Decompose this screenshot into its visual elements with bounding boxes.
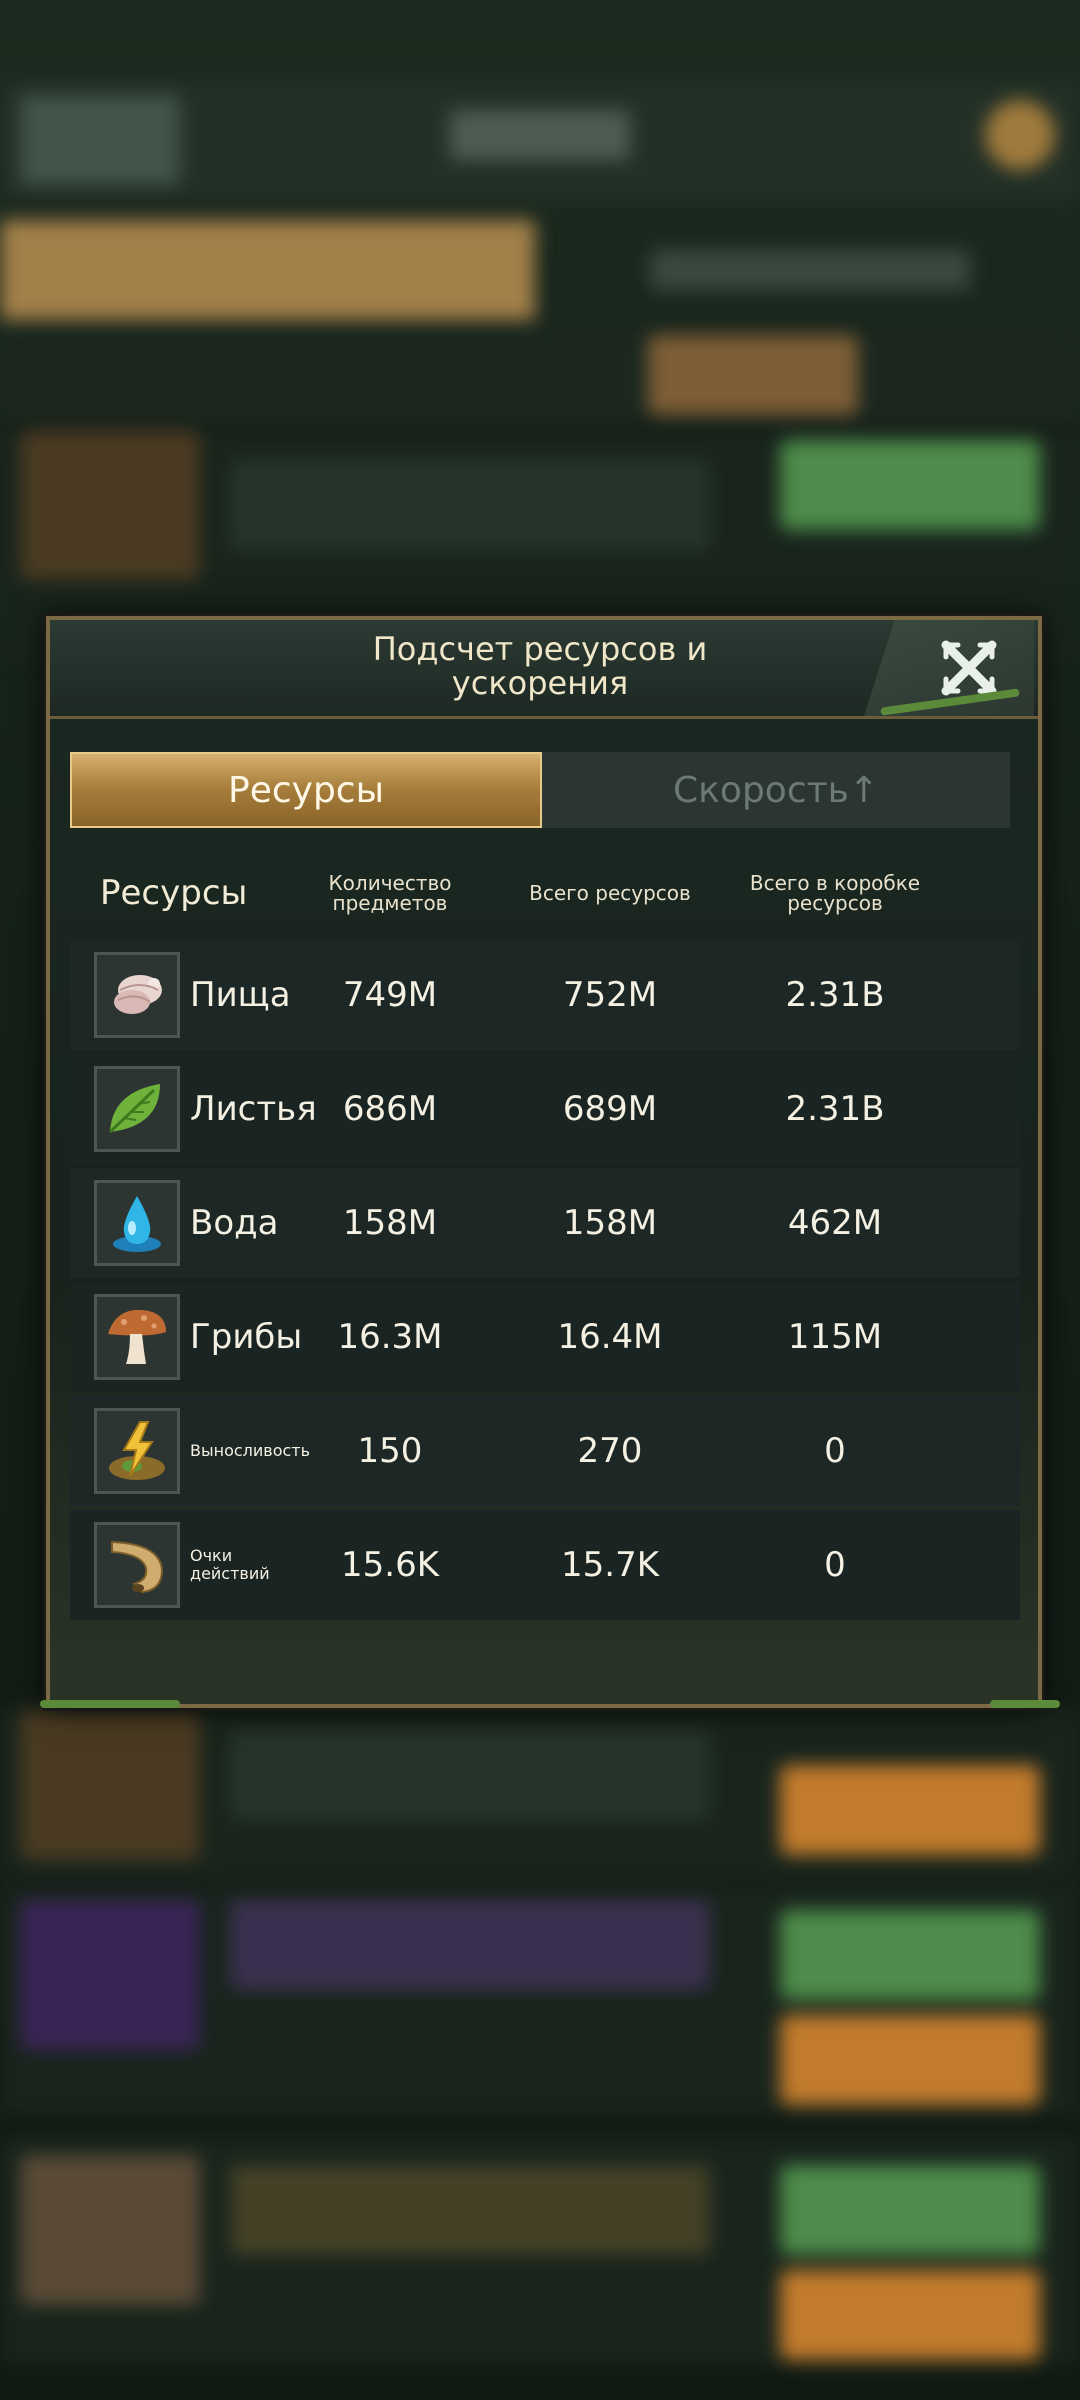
dialog-title: Подсчет ресурсов и ускорения [372, 630, 708, 702]
table-row: Листья 686M 689M 2.31B [70, 1054, 1020, 1164]
column-header-resources: Ресурсы [100, 873, 248, 913]
resource-table: Пища 749M 752M 2.31B Листья 686M 689M 2.… [70, 940, 1020, 1624]
tab-resources[interactable]: Ресурсы [70, 752, 542, 828]
bg-subtabs [0, 330, 1080, 420]
resource-name: Листья [190, 1089, 317, 1129]
bg-item-thumb [20, 2155, 200, 2305]
table-row: Выносливость 150 270 0 [70, 1396, 1020, 1506]
resource-name: Вода [190, 1203, 279, 1243]
stamina-lightning-icon [94, 1408, 180, 1494]
vine-decoration [40, 1700, 180, 1708]
total-in-box-value: 2.31B [785, 975, 885, 1015]
total-in-box-value: 2.31B [785, 1089, 885, 1129]
bg-item-text [230, 1900, 710, 1990]
table-row: Очки действий 15.6K 15.7K 0 [70, 1510, 1020, 1620]
bg-green-button [780, 2165, 1040, 2255]
bg-item-text [230, 2165, 710, 2255]
total-resources-value: 270 [577, 1431, 643, 1471]
screen-root: Подсчет ресурсов и ускорения Ресурсы Ско… [0, 0, 1080, 2400]
water-drop-icon [94, 1180, 180, 1266]
bg-back-button [20, 95, 180, 185]
bg-green-button [780, 440, 1040, 530]
total-resources-value: 689M [562, 1089, 658, 1129]
item-count-value: 150 [357, 1431, 423, 1471]
table-row: Грибы 16.3M 16.4M 115M [70, 1282, 1020, 1392]
total-resources-value: 158M [562, 1203, 658, 1243]
item-count-value: 686M [342, 1089, 438, 1129]
resource-name: Грибы [190, 1317, 303, 1357]
bg-item-thumb [20, 1710, 200, 1860]
total-in-box-value: 0 [824, 1431, 846, 1471]
total-resources-value: 15.7K [561, 1545, 659, 1585]
bg-item-thumb [20, 1900, 200, 2050]
item-count-value: 16.3M [337, 1317, 443, 1357]
bg-orange-button [780, 2015, 1040, 2105]
tabs-bar: Ресурсы Скорость↑ [70, 752, 1010, 828]
bg-green-button [780, 1910, 1040, 2000]
bg-item-thumb [20, 430, 200, 580]
vine-decoration [990, 1700, 1060, 1708]
resource-name: Очки действий [190, 1546, 270, 1583]
food-larva-icon [94, 952, 180, 1038]
bg-coin-icon [985, 100, 1055, 170]
close-x-icon [941, 640, 997, 696]
total-resources-value: 16.4M [557, 1317, 663, 1357]
bg-orange-button [780, 1765, 1040, 1855]
column-header-total-in-box: Всего в коробке ресурсов [749, 871, 921, 915]
total-in-box-value: 462M [787, 1203, 883, 1243]
bg-orange-button [780, 2270, 1040, 2360]
leaf-icon [94, 1066, 180, 1152]
mushroom-icon [94, 1294, 180, 1380]
total-in-box-value: 0 [824, 1545, 846, 1585]
resource-name: Пища [190, 975, 291, 1015]
table-row: Вода 158M 158M 462M [70, 1168, 1020, 1278]
resource-count-dialog: Подсчет ресурсов и ускорения Ресурсы Ско… [40, 616, 1060, 1708]
total-resources-value: 752M [562, 975, 658, 1015]
horn-icon [94, 1522, 180, 1608]
bg-item-text [230, 460, 710, 550]
table-row: Пища 749M 752M 2.31B [70, 940, 1020, 1050]
item-count-value: 749M [342, 975, 438, 1015]
table-header: Ресурсы Количество предметов Всего ресур… [70, 848, 1010, 938]
bg-title [450, 110, 630, 160]
column-header-item-count: Количество предметов [328, 871, 452, 915]
bg-subtab-active [648, 335, 858, 415]
item-count-value: 158M [342, 1203, 438, 1243]
tab-speedups[interactable]: Скорость↑ [542, 752, 1010, 828]
column-header-total-resources: Всего ресурсов [529, 881, 691, 905]
resource-name: Выносливость [190, 1441, 311, 1460]
bg-tab-active [0, 220, 535, 320]
item-count-value: 15.6K [341, 1545, 439, 1585]
total-in-box-value: 115M [787, 1317, 883, 1357]
bg-tab-inactive [650, 250, 970, 290]
bg-item-text [230, 1730, 710, 1820]
dialog-header: Подсчет ресурсов и ускорения [50, 620, 1038, 719]
